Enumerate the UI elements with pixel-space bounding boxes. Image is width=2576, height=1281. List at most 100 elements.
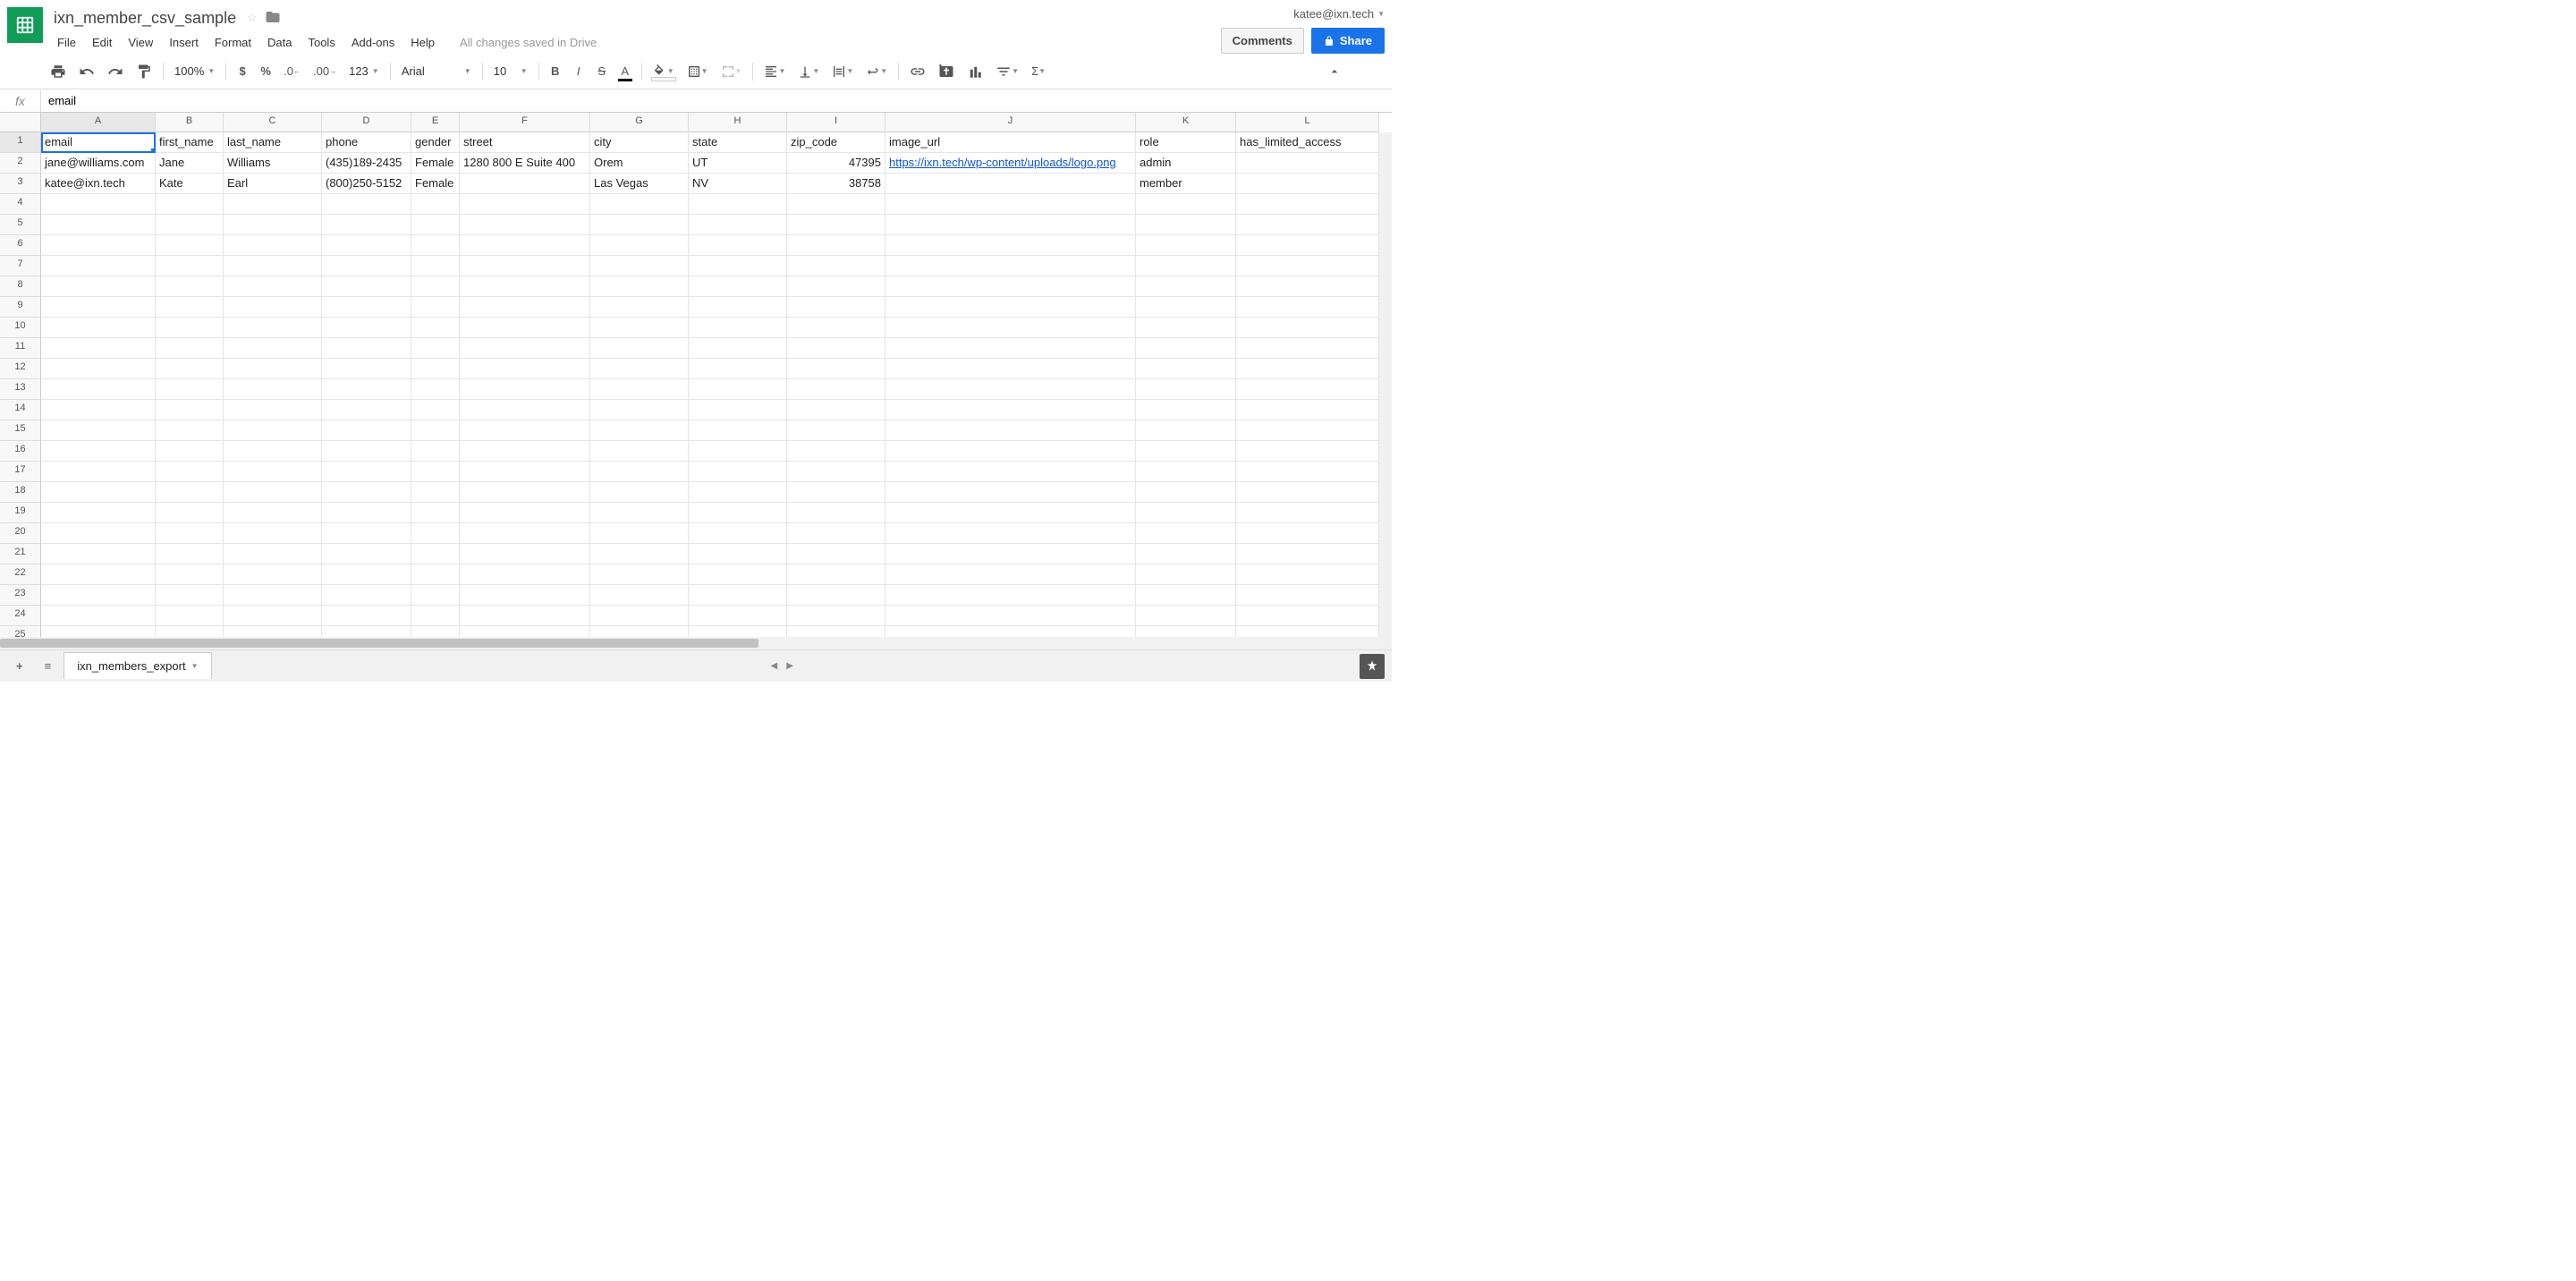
cell-E4[interactable] (411, 194, 460, 215)
col-header-B[interactable]: B (156, 113, 224, 132)
cell-G11[interactable] (590, 338, 689, 359)
menu-tools[interactable]: Tools (301, 32, 342, 53)
increase-decimal-icon[interactable]: .00→ (308, 60, 342, 83)
cell-C13[interactable] (224, 379, 322, 400)
text-rotation-icon[interactable]: ▼ (860, 60, 893, 83)
cell-D5[interactable] (322, 215, 411, 235)
cell-A8[interactable] (41, 276, 156, 297)
cell-K13[interactable] (1136, 379, 1236, 400)
row-header-8[interactable]: 8 (0, 276, 41, 297)
cell-A1[interactable]: email (41, 132, 156, 153)
cell-J9[interactable] (886, 297, 1136, 318)
cell-I15[interactable] (787, 420, 886, 441)
percent-icon[interactable]: % (255, 60, 276, 83)
cell-C9[interactable] (224, 297, 322, 318)
col-header-A[interactable]: A (41, 113, 156, 132)
cell-J18[interactable] (886, 482, 1136, 503)
cell-C7[interactable] (224, 256, 322, 276)
cell-A5[interactable] (41, 215, 156, 235)
text-wrap-icon[interactable]: ▼ (826, 60, 859, 83)
cell-L7[interactable] (1236, 256, 1379, 276)
menu-data[interactable]: Data (260, 32, 299, 53)
cell-L21[interactable] (1236, 544, 1379, 564)
cell-F21[interactable] (460, 544, 590, 564)
cell-E24[interactable] (411, 606, 460, 626)
row-header-18[interactable]: 18 (0, 482, 41, 503)
row-header-13[interactable]: 13 (0, 379, 41, 400)
collapse-toolbar-icon[interactable] (1322, 60, 1347, 83)
row-header-21[interactable]: 21 (0, 544, 41, 564)
sheet-tab[interactable]: ixn_members_export ▼ (64, 652, 211, 679)
cell-D2[interactable]: (435)189-2435 (322, 153, 411, 174)
cell-G14[interactable] (590, 400, 689, 420)
cell-C8[interactable] (224, 276, 322, 297)
cell-H19[interactable] (689, 503, 787, 523)
cell-A21[interactable] (41, 544, 156, 564)
cell-G18[interactable] (590, 482, 689, 503)
cell-K3[interactable]: member (1136, 174, 1236, 194)
cell-K15[interactable] (1136, 420, 1236, 441)
cell-B14[interactable] (156, 400, 224, 420)
col-header-F[interactable]: F (460, 113, 590, 132)
cell-G3[interactable]: Las Vegas (590, 174, 689, 194)
cell-C12[interactable] (224, 359, 322, 379)
redo-icon[interactable] (102, 60, 129, 83)
insert-link-icon[interactable] (904, 60, 931, 83)
cell-F16[interactable] (460, 441, 590, 462)
cell-E19[interactable] (411, 503, 460, 523)
cell-F4[interactable] (460, 194, 590, 215)
add-sheet-icon[interactable]: + (7, 654, 32, 678)
cell-B11[interactable] (156, 338, 224, 359)
cell-F18[interactable] (460, 482, 590, 503)
cell-F22[interactable] (460, 564, 590, 585)
cell-I16[interactable] (787, 441, 886, 462)
vertical-scrollbar[interactable] (1379, 132, 1392, 649)
cell-L10[interactable] (1236, 318, 1379, 338)
star-icon[interactable]: ☆ (247, 11, 258, 25)
filter-icon[interactable]: ▼ (990, 60, 1024, 83)
row-header-12[interactable]: 12 (0, 359, 41, 379)
cell-H3[interactable]: NV (689, 174, 787, 194)
cell-K17[interactable] (1136, 462, 1236, 482)
cell-F9[interactable] (460, 297, 590, 318)
cell-G9[interactable] (590, 297, 689, 318)
cell-A7[interactable] (41, 256, 156, 276)
row-header-17[interactable]: 17 (0, 462, 41, 482)
cell-K12[interactable] (1136, 359, 1236, 379)
text-color-icon[interactable]: A (614, 60, 636, 83)
cell-A2[interactable]: jane@williams.com (41, 153, 156, 174)
cell-H22[interactable] (689, 564, 787, 585)
cell-I21[interactable] (787, 544, 886, 564)
print-icon[interactable] (45, 60, 72, 83)
cell-C5[interactable] (224, 215, 322, 235)
cell-C2[interactable]: Williams (224, 153, 322, 174)
cell-E16[interactable] (411, 441, 460, 462)
merge-cells-icon[interactable]: ▼ (716, 60, 748, 83)
cell-C16[interactable] (224, 441, 322, 462)
cell-C1[interactable]: last_name (224, 132, 322, 153)
cell-B1[interactable]: first_name (156, 132, 224, 153)
horizontal-align-icon[interactable]: ▼ (758, 60, 791, 83)
row-header-2[interactable]: 2 (0, 153, 41, 174)
cell-K8[interactable] (1136, 276, 1236, 297)
comments-button[interactable]: Comments (1221, 28, 1304, 54)
cell-I22[interactable] (787, 564, 886, 585)
explore-button[interactable] (1360, 654, 1385, 679)
cell-B3[interactable]: Kate (156, 174, 224, 194)
cell-D4[interactable] (322, 194, 411, 215)
col-header-L[interactable]: L (1236, 113, 1379, 132)
select-all-corner[interactable] (0, 113, 41, 132)
cell-B13[interactable] (156, 379, 224, 400)
cell-E5[interactable] (411, 215, 460, 235)
insert-chart-icon[interactable] (962, 60, 988, 83)
cell-K19[interactable] (1136, 503, 1236, 523)
paint-format-icon[interactable] (131, 60, 157, 83)
cell-A15[interactable] (41, 420, 156, 441)
cell-I14[interactable] (787, 400, 886, 420)
cell-F7[interactable] (460, 256, 590, 276)
cell-J1[interactable]: image_url (886, 132, 1136, 153)
cell-H23[interactable] (689, 585, 787, 606)
cell-E9[interactable] (411, 297, 460, 318)
cell-L20[interactable] (1236, 523, 1379, 544)
cell-I8[interactable] (787, 276, 886, 297)
